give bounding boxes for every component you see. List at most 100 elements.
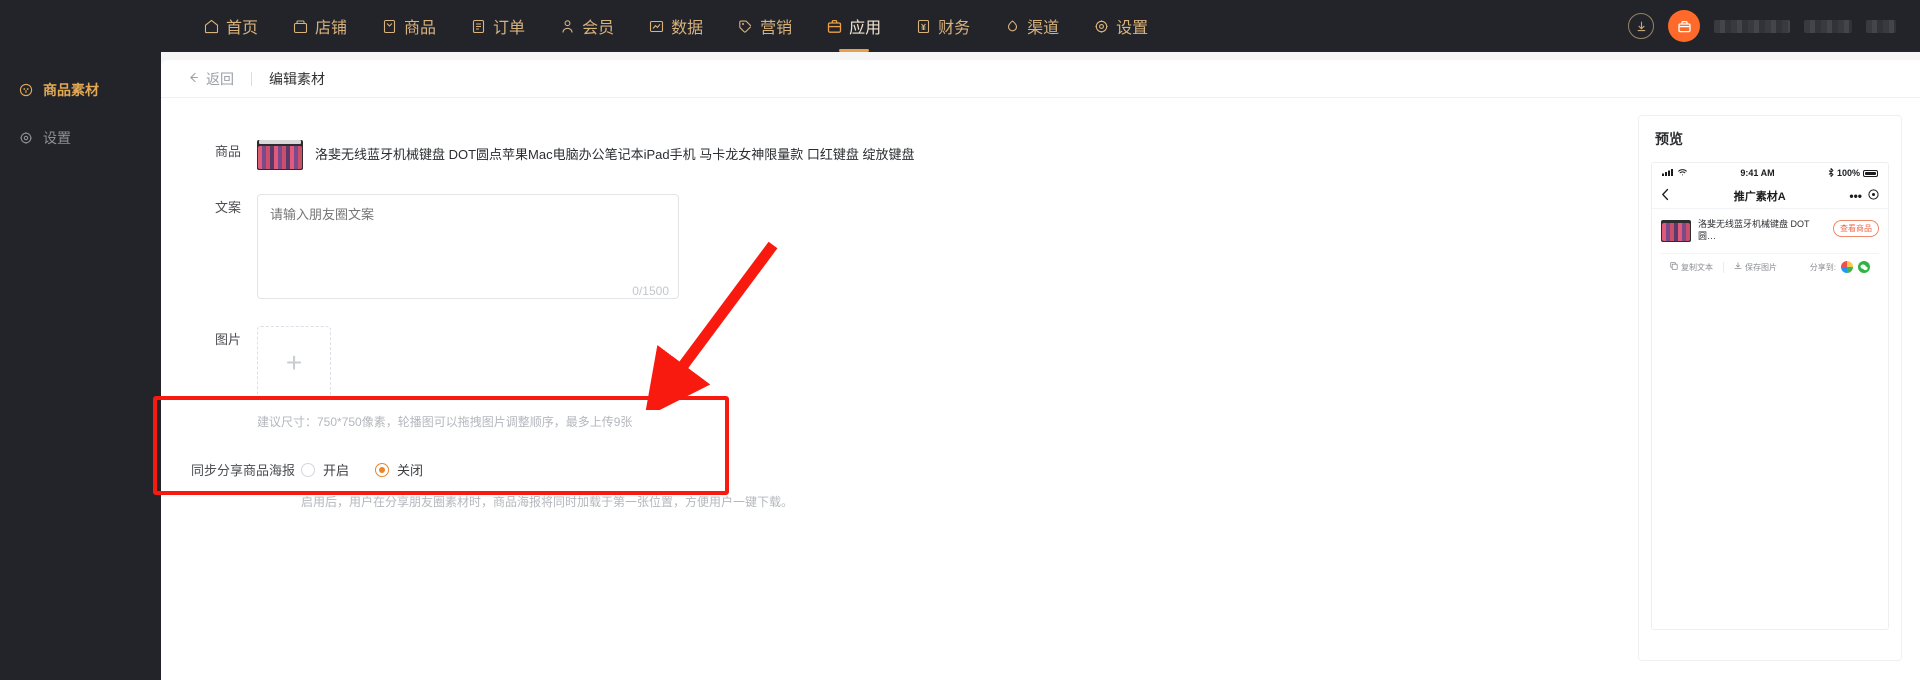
qq-icon[interactable] — [1841, 261, 1853, 274]
nav-item-data[interactable]: 数据 — [631, 0, 720, 52]
sync-poster-section: 同步分享商品海报 开启 关闭 启用后，用户在分享朋友圈素材时，商品海报将同时加载… — [179, 460, 1307, 510]
nav-label: 应用 — [849, 20, 882, 37]
nav-item-member[interactable]: 会员 — [542, 0, 631, 52]
chevron-left-icon[interactable] — [1661, 188, 1670, 204]
channel-icon — [1004, 18, 1021, 35]
images-label: 图片 — [214, 332, 241, 347]
copy-char-counter: 0/1500 — [632, 284, 669, 298]
phone-nav-right: ••• — [1849, 189, 1879, 203]
nav-label: 订单 — [493, 20, 526, 37]
redacted-account-extra — [1866, 19, 1896, 33]
signal-icon — [1662, 168, 1675, 178]
product-thumbnail — [257, 140, 303, 170]
save-image-action[interactable]: 保存图片 — [1734, 262, 1777, 273]
battery-icon — [1863, 169, 1878, 177]
radio-circle-off — [375, 462, 390, 477]
target-icon[interactable] — [1868, 188, 1879, 203]
nav-item-apps[interactable]: 应用 — [809, 0, 898, 52]
status-right: 100% — [1828, 167, 1878, 179]
top-nav-right — [1628, 10, 1920, 42]
gear-icon — [18, 130, 34, 146]
nav-item-order[interactable]: 订单 — [453, 0, 542, 52]
phone-status-bar: 9:41 AM 100% — [1652, 163, 1888, 183]
copy-text-label: 复制文本 — [1681, 262, 1713, 272]
sync-poster-radio-group: 开启 关闭 — [301, 460, 423, 479]
radio-option-off[interactable]: 关闭 — [375, 460, 423, 479]
phone-nav-bar: 推广素材A ••• — [1652, 183, 1888, 209]
ellipsis-icon[interactable]: ••• — [1849, 189, 1862, 203]
bluetooth-icon — [1828, 167, 1834, 179]
view-product-button[interactable]: 查看商品 — [1833, 220, 1879, 237]
home-icon — [203, 18, 220, 35]
back-button[interactable]: 返回 — [187, 69, 234, 89]
copy-icon — [1670, 262, 1678, 272]
nav-item-settings[interactable]: 设置 — [1076, 0, 1165, 52]
nav-item-channel[interactable]: 渠道 — [987, 0, 1076, 52]
save-image-label: 保存图片 — [1745, 262, 1777, 272]
product-label: 商品 — [214, 144, 241, 159]
breadcrumb: 返回 编辑素材 — [161, 60, 1920, 98]
radio-option-on[interactable]: 开启 — [301, 460, 349, 479]
wechat-icon[interactable] — [1858, 261, 1870, 274]
status-left — [1662, 168, 1687, 178]
nav-item-goods[interactable]: 商品 — [364, 0, 453, 52]
form-row-product: 商品 洛斐无线蓝牙机械键盘 DOT圆点苹果Mac电脑办公笔记本iPad手机 马卡… — [179, 138, 1307, 172]
member-icon — [559, 18, 576, 35]
preview-product-title: 洛斐无线蓝牙机械键盘 DOT圆… — [1698, 219, 1810, 242]
nav-label: 财务 — [938, 20, 971, 37]
nav-item-store[interactable]: 店铺 — [275, 0, 364, 52]
battery-percent: 100% — [1836, 168, 1860, 178]
copy-text-action[interactable]: 复制文本 — [1670, 262, 1713, 273]
redacted-account-name — [1714, 19, 1790, 33]
nav-label: 会员 — [582, 20, 615, 37]
product-title: 洛斐无线蓝牙机械键盘 DOT圆点苹果Mac电脑办公笔记本iPad手机 马卡龙女神… — [315, 147, 915, 162]
nav-label: 数据 — [671, 20, 704, 37]
nav-item-finance[interactable]: 财务 — [898, 0, 987, 52]
preview-product-card: 洛斐无线蓝牙机械键盘 DOT圆… 查看商品 复制文本 保存图片 分享到: — [1652, 209, 1888, 274]
nav-label: 渠道 — [1027, 20, 1060, 37]
copy-textarea-wrapper: 0/1500 — [257, 194, 679, 304]
radio-label-off: 关闭 — [397, 463, 424, 478]
images-hint: 建议尺寸：750*750像素，轮播图可以拖拽图片调整顺序，最多上传9张 — [257, 415, 633, 429]
chart-icon — [648, 18, 665, 35]
copy-textarea[interactable] — [257, 194, 679, 299]
nav-item-marketing[interactable]: 营销 — [720, 0, 809, 52]
preview-panel: 预览 9:41 AM 100% 推广素材A ••• 洛斐无线蓝牙机械键盘 DOT… — [1638, 115, 1902, 661]
phone-nav-title: 推广素材A — [1733, 190, 1786, 203]
preview-product-row: 洛斐无线蓝牙机械键盘 DOT圆… 查看商品 — [1661, 218, 1879, 242]
nav-label: 商品 — [404, 20, 437, 37]
preview-share-group: 分享到: — [1809, 261, 1870, 274]
share-label: 分享到: — [1809, 262, 1836, 272]
sidebar-item-material[interactable]: 商品素材 — [0, 74, 161, 106]
sidebar-item-settings[interactable]: 设置 — [0, 122, 161, 154]
breadcrumb-separator — [251, 71, 252, 86]
sidebar-item-label: 设置 — [43, 130, 71, 146]
page-title: 编辑素材 — [269, 70, 325, 87]
material-icon — [18, 82, 34, 98]
content-card: 返回 编辑素材 商品 洛斐无线蓝牙机械键盘 DOT圆点苹果Mac电脑办公笔记本i… — [161, 60, 1920, 680]
radio-circle-on — [301, 462, 315, 477]
nav-label: 首页 — [226, 20, 259, 37]
back-label: 返回 — [206, 70, 234, 87]
top-navigation-bar: 首页 店铺 商品 订单 会员 数据 营销 应用 财务 渠道 设置 — [0, 0, 1920, 52]
preview-title: 预览 — [1655, 131, 1683, 147]
preview-actions: 复制文本 保存图片 分享到: — [1661, 253, 1879, 274]
sync-poster-description: 启用后，用户在分享朋友圈素材时，商品海报将同时加载于第一张位置，方便用户一键下载… — [301, 495, 794, 509]
nav-item-home[interactable]: 首页 — [186, 0, 275, 52]
material-form: 商品 洛斐无线蓝牙机械键盘 DOT圆点苹果Mac电脑办公笔记本iPad手机 马卡… — [179, 116, 1307, 510]
left-sidebar: 商品素材 设置 — [0, 52, 161, 680]
sync-poster-row: 同步分享商品海报 开启 关闭 — [191, 460, 1307, 479]
finance-icon — [915, 18, 932, 35]
gear-icon — [1093, 18, 1110, 35]
add-image-button[interactable]: + — [257, 326, 331, 400]
goods-icon — [381, 18, 398, 35]
download-icon[interactable] — [1628, 13, 1654, 39]
shop-avatar-icon[interactable] — [1668, 10, 1700, 42]
arrow-left-icon — [187, 71, 200, 87]
top-nav-items: 首页 店铺 商品 订单 会员 数据 营销 应用 财务 渠道 设置 — [186, 0, 1165, 52]
form-row-copy: 文案 0/1500 — [179, 194, 1307, 304]
order-icon — [470, 18, 487, 35]
nav-label: 营销 — [760, 20, 793, 37]
save-image-icon — [1734, 262, 1742, 272]
preview-product-thumbnail — [1661, 220, 1691, 242]
